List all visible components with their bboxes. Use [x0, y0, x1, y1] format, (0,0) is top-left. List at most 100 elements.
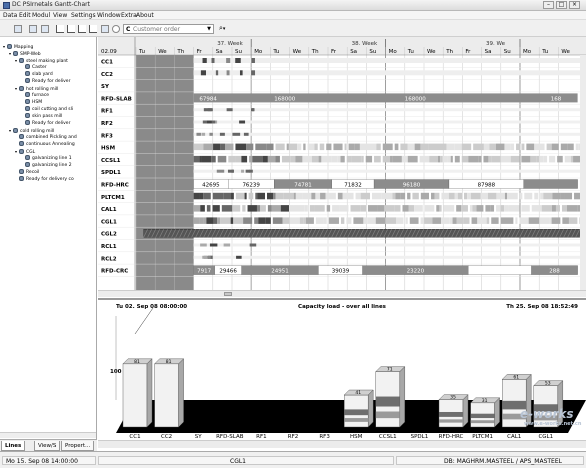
refresh-icon[interactable]: [41, 25, 49, 33]
tab-lines[interactable]: Lines: [1, 441, 26, 451]
order-bar: [250, 108, 255, 112]
order-bar: [461, 155, 469, 163]
gantt-row-label: RFD-CRC: [101, 269, 128, 275]
bar-chart-2-icon[interactable]: [67, 25, 75, 33]
tree-node[interactable]: galvanizing line 1: [21, 155, 72, 162]
tree-horizontal-scrollbar[interactable]: [0, 432, 96, 438]
menu-modul[interactable]: Modul: [32, 12, 50, 19]
order-type-combo[interactable]: C ▼: [123, 24, 214, 34]
tab-view[interactable]: View/S: [34, 441, 61, 451]
menu-window[interactable]: Window: [97, 12, 121, 19]
plant-node-icon: [19, 86, 24, 91]
order-bar: [381, 192, 391, 200]
tab-properties[interactable]: Propert...: [61, 441, 95, 451]
step-chart-icon[interactable]: [89, 25, 97, 33]
close-button[interactable]: ×: [569, 1, 580, 9]
order-bar: [235, 192, 245, 200]
maximize-button[interactable]: □: [556, 1, 567, 9]
search-button[interactable]: ⌕▾: [219, 24, 235, 34]
tree-node[interactable]: galvanizing line 2: [21, 162, 72, 169]
bar-chart-icon[interactable]: [56, 25, 64, 33]
gantt-canvas[interactable]: 02.09 37. Week 38. Week 39. We Tu We Th Fr Sa Su M…: [98, 37, 586, 290]
order-bar: [564, 192, 573, 200]
minimize-button[interactable]: –: [543, 1, 554, 9]
scroll-thumb[interactable]: [224, 292, 232, 296]
gantt-row-label: PLTCM1: [101, 195, 125, 201]
order-bar: [213, 143, 221, 151]
line-chart-icon[interactable]: [78, 25, 86, 33]
tree-node[interactable]: ▾ hot rolling mill: [15, 85, 58, 92]
order-bar: [239, 70, 243, 76]
tree-node[interactable]: skin pass mill: [21, 113, 62, 120]
tree-node[interactable]: ▾ cold rolling mill: [9, 127, 54, 134]
tree-node[interactable]: HSM: [21, 99, 42, 106]
tree-node[interactable]: Ready for delivery co: [15, 176, 74, 183]
tree-node[interactable]: ▾ CGL: [15, 148, 35, 155]
order-bar: [344, 143, 347, 151]
order-bar: [359, 143, 366, 151]
tree-node[interactable]: ▾ steel making plant: [15, 57, 68, 64]
day-label: Su: [235, 49, 242, 55]
menu-edit[interactable]: Edit: [19, 12, 31, 19]
capacity-right-time: Th 25. Sep 08 18:52:49: [506, 304, 578, 310]
order-bar: [220, 143, 226, 151]
tree-node[interactable]: Ready for deliver: [21, 78, 70, 85]
gantt-chart[interactable]: 02.09 37. Week 38. Week 39. We Tu We Th Fr Sa Su M…: [98, 37, 586, 290]
tree-node[interactable]: continuous Annealing: [15, 141, 75, 148]
tree-node[interactable]: ▾ Mapping: [3, 43, 33, 50]
order-bar: [299, 217, 304, 224]
menu-data[interactable]: Data: [3, 12, 17, 19]
order-bar: [365, 143, 377, 151]
order-bar: [447, 155, 451, 163]
zoom-icon[interactable]: [112, 25, 120, 33]
open-icon[interactable]: [14, 25, 22, 33]
order-bar: [200, 205, 205, 212]
capacity-title: Capacity load - over all lines: [298, 304, 387, 310]
menu-view[interactable]: View: [53, 12, 67, 19]
tree-node[interactable]: Recoil: [15, 169, 39, 176]
tree-node[interactable]: Ready for deliver: [21, 120, 70, 127]
order-bar: [464, 192, 468, 200]
day-label: Tu: [272, 49, 279, 55]
order-bar: [419, 155, 430, 163]
order-bar: [235, 143, 247, 151]
order-bar: [407, 155, 418, 163]
order-bar: [432, 217, 442, 224]
stock-value: 168: [551, 96, 562, 102]
order-bar: [295, 192, 303, 200]
order-bar: [495, 143, 505, 151]
save-icon[interactable]: [29, 25, 37, 33]
order-bar: [193, 132, 586, 136]
tree-node[interactable]: slab yard: [21, 71, 53, 78]
customer-order-input[interactable]: [133, 26, 203, 33]
chevron-down-icon[interactable]: ▼: [207, 26, 211, 32]
order-bar: [367, 205, 378, 212]
tree-node[interactable]: ▾ SMP-Web: [9, 50, 41, 57]
order-bar: [454, 143, 462, 151]
tree-node[interactable]: Caster: [21, 64, 47, 71]
menu-settings[interactable]: Settings: [71, 12, 96, 19]
tree-node[interactable]: furnace: [21, 92, 49, 99]
stock-value: 39039: [332, 269, 350, 275]
stock-value: 29466: [219, 269, 237, 275]
gantt-row-label: RF3: [101, 133, 113, 139]
status-line-name: CGL1: [230, 458, 246, 465]
day-label: Sa: [216, 49, 223, 55]
order-bar: [441, 192, 449, 200]
gantt-horizontal-scrollbar[interactable]: [98, 290, 586, 297]
capacity-horizontal-scrollbar[interactable]: [98, 440, 586, 448]
order-bar: [348, 143, 355, 151]
tree-node[interactable]: coil cutting and sli: [21, 106, 73, 113]
order-bar: [206, 205, 211, 212]
tree-node[interactable]: combined Pickling and: [15, 134, 77, 141]
order-bar: [325, 192, 336, 200]
order-bar: [414, 143, 421, 151]
menu-about[interactable]: About: [136, 12, 154, 19]
order-bar: [483, 143, 490, 151]
gantt-vertical-scrollbar[interactable]: [580, 55, 586, 290]
print-icon[interactable]: [101, 25, 109, 33]
capacity-bar-segment: [375, 411, 400, 419]
order-bar: [266, 143, 274, 151]
order-bar: [515, 217, 518, 224]
menu-extra[interactable]: Extra: [121, 12, 137, 19]
